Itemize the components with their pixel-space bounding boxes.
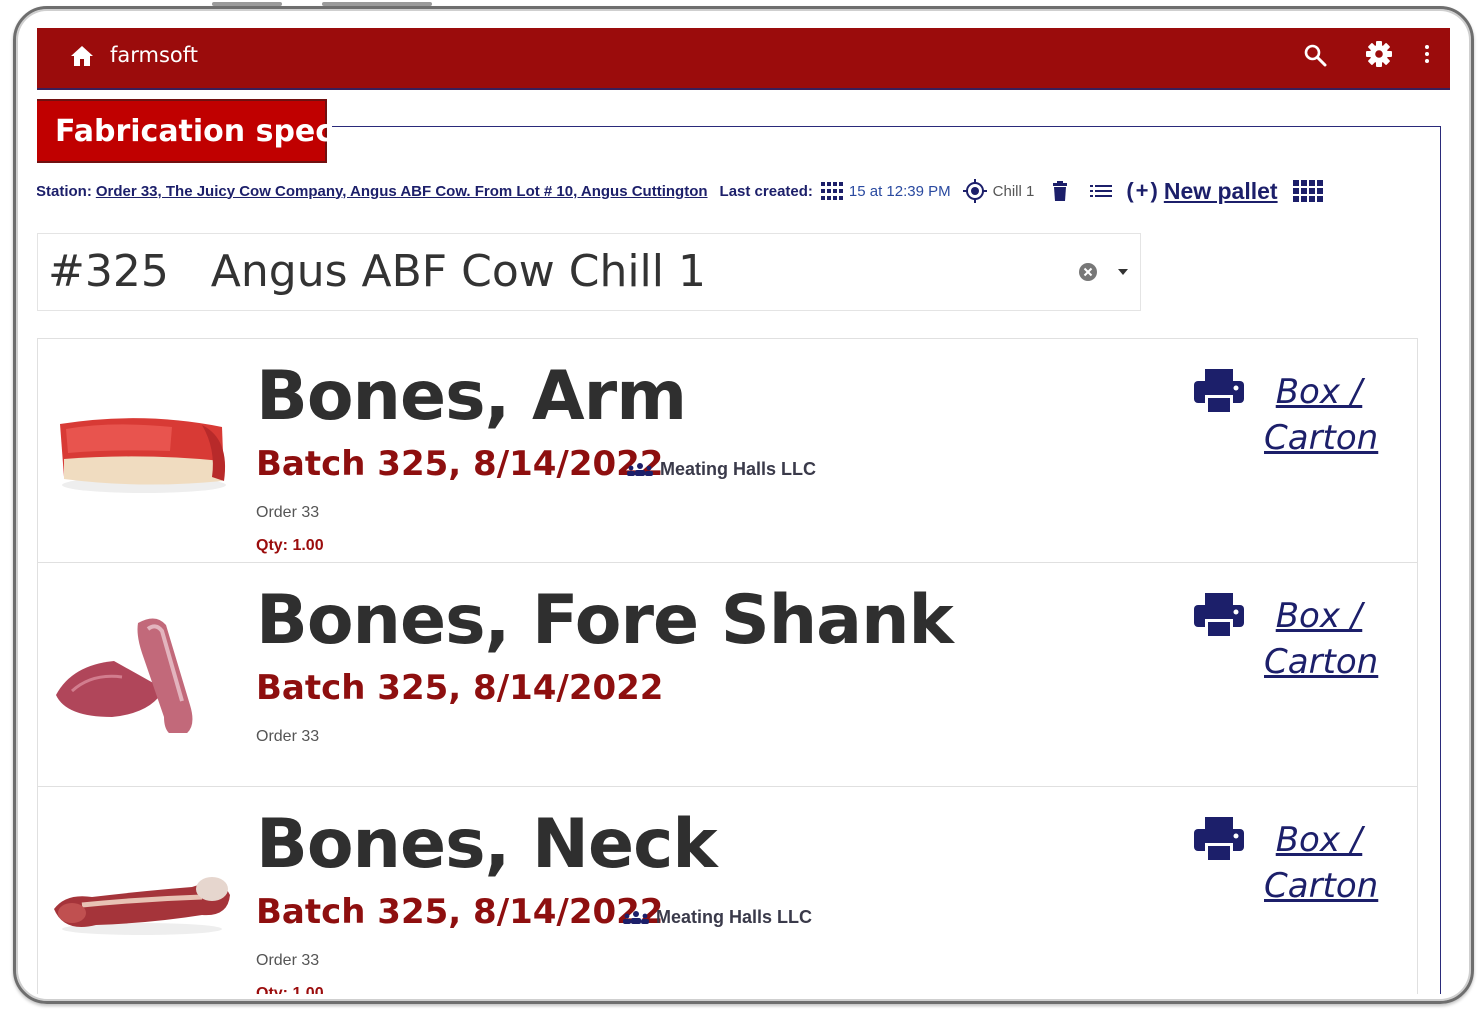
- box-carton-link[interactable]: Box / Carton: [1264, 369, 1378, 461]
- list-item[interactable]: Bones, Neck Batch 325, 8/14/2022 Meating…: [38, 787, 1417, 994]
- chevron-down-icon[interactable]: [1118, 269, 1128, 275]
- station-bar: Station: Order 33, The Juicy Cow Company…: [37, 178, 1323, 204]
- product-image: [54, 877, 230, 935]
- people-icon: [623, 910, 649, 924]
- station-label: Station:: [37, 182, 92, 200]
- trash-icon[interactable]: [1052, 181, 1068, 201]
- clear-icon[interactable]: [1079, 263, 1097, 281]
- order-label: Order 33: [256, 504, 320, 521]
- batch-label: Batch 325, 8/14/2022: [256, 444, 664, 484]
- gear-icon[interactable]: [1365, 40, 1393, 68]
- list-item[interactable]: Bones, Fore Shank Batch 325, 8/14/2022 O…: [38, 563, 1417, 787]
- batch-label: Batch 325, 8/14/2022: [256, 892, 664, 932]
- barcode-grid-icon[interactable]: [820, 182, 843, 200]
- batch-selector[interactable]: #325 Angus ABF Cow Chill 1: [37, 233, 1141, 311]
- screen: farmsoft Fabrication spec Station: Order…: [37, 28, 1450, 994]
- printer-icon[interactable]: [1194, 593, 1244, 639]
- box-carton-line2: Carton: [1264, 642, 1379, 682]
- box-carton-line1: Box /: [1275, 596, 1363, 636]
- box-carton-line2: Carton: [1264, 418, 1379, 458]
- app-brand[interactable]: farmsoft: [110, 43, 198, 67]
- supplier: Meating Halls LLC: [622, 907, 812, 928]
- box-carton-line1: Box /: [1275, 820, 1363, 860]
- add-symbol[interactable]: (+): [1126, 178, 1160, 204]
- barcode-grid-icon[interactable]: [1292, 180, 1323, 202]
- printer-icon[interactable]: [1194, 369, 1244, 415]
- order-label: Order 33: [256, 952, 320, 969]
- product-name: Bones, Neck: [256, 805, 718, 884]
- box-carton-link[interactable]: Box / Carton: [1264, 817, 1378, 909]
- box-carton-link[interactable]: Box / Carton: [1264, 593, 1378, 685]
- people-icon: [627, 462, 653, 476]
- home-icon[interactable]: [70, 45, 94, 67]
- location-target-icon[interactable]: [962, 179, 987, 203]
- device-button: [322, 2, 432, 6]
- printer-icon[interactable]: [1194, 817, 1244, 863]
- supplier-name: Meating Halls LLC: [660, 459, 817, 479]
- location-label: Chill 1: [992, 182, 1035, 200]
- supplier-name: Meating Halls LLC: [656, 907, 813, 927]
- product-name: Bones, Fore Shank: [256, 581, 954, 660]
- device-button: [212, 2, 282, 6]
- list-icon[interactable]: [1090, 183, 1113, 199]
- qty-label: Qty: 1.00: [256, 537, 324, 554]
- page-title: Fabrication spec: [37, 99, 333, 163]
- box-carton-line2: Carton: [1264, 866, 1379, 906]
- product-list: Bones, Arm Batch 325, 8/14/2022 Meating …: [37, 338, 1418, 994]
- new-pallet-link[interactable]: New pallet: [1164, 178, 1278, 205]
- product-image: [60, 418, 226, 493]
- qty-label: Qty: 1.00: [256, 985, 324, 994]
- last-created-value: 15 at 12:39 PM: [848, 182, 951, 200]
- batch-label: Batch 325, 8/14/2022: [256, 668, 664, 708]
- box-carton-line1: Box /: [1275, 372, 1363, 412]
- supplier: Meating Halls LLC: [626, 459, 816, 480]
- station-link[interactable]: Order 33, The Juicy Cow Company, Angus A…: [96, 183, 708, 200]
- app-bar: farmsoft: [37, 28, 1450, 90]
- order-label: Order 33: [256, 728, 320, 745]
- list-item[interactable]: Bones, Arm Batch 325, 8/14/2022 Meating …: [38, 339, 1417, 563]
- batch-selector-value: #325 Angus ABF Cow Chill 1: [48, 246, 706, 297]
- more-vert-icon[interactable]: [1421, 42, 1433, 66]
- search-icon[interactable]: [1303, 43, 1327, 67]
- product-name: Bones, Arm: [256, 357, 687, 436]
- product-image: [56, 618, 193, 733]
- last-created-label: Last created:: [719, 182, 813, 200]
